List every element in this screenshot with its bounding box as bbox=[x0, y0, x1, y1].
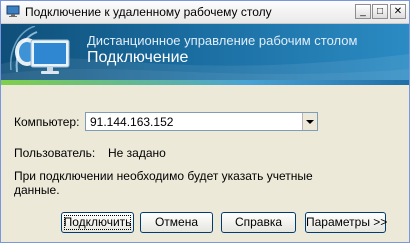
close-button[interactable]: ✕ bbox=[390, 4, 406, 19]
options-button[interactable]: Параметры >> bbox=[305, 212, 387, 233]
chevron-down-icon bbox=[306, 120, 314, 124]
computer-combobox[interactable]: 91.144.163.152 bbox=[85, 112, 318, 131]
focus-rectangle bbox=[64, 215, 131, 230]
remote-desktop-app-icon bbox=[6, 5, 20, 17]
maximize-button[interactable]: □ bbox=[372, 4, 388, 19]
combobox-dropdown-button[interactable] bbox=[302, 113, 317, 130]
credentials-info-text: При подключении необходимо будет указать… bbox=[14, 169, 313, 197]
remote-desktop-monitor-icon bbox=[9, 26, 70, 74]
title-bar[interactable]: Подключение к удаленному рабочему столу … bbox=[1, 1, 409, 24]
computer-label: Компьютер: bbox=[14, 115, 80, 129]
banner-accent-strip bbox=[1, 80, 409, 85]
cancel-button[interactable]: Отмена bbox=[140, 212, 213, 233]
user-label: Пользователь: bbox=[14, 146, 96, 160]
help-button[interactable]: Справка bbox=[221, 212, 296, 233]
connect-button[interactable]: Подключить bbox=[61, 212, 134, 233]
banner-subtitle: Дистанционное управление рабочим столом bbox=[87, 33, 358, 48]
minimize-button[interactable]: _ bbox=[355, 4, 371, 19]
banner-title: Подключение bbox=[87, 49, 189, 66]
computer-input-value[interactable]: 91.144.163.152 bbox=[90, 115, 173, 129]
rdp-connection-window: Подключение к удаленному рабочему столу … bbox=[0, 0, 410, 243]
header-banner: Дистанционное управление рабочим столом … bbox=[1, 24, 409, 80]
user-value: Не задано bbox=[108, 146, 166, 160]
window-title: Подключение к удаленному рабочему столу bbox=[25, 5, 272, 19]
